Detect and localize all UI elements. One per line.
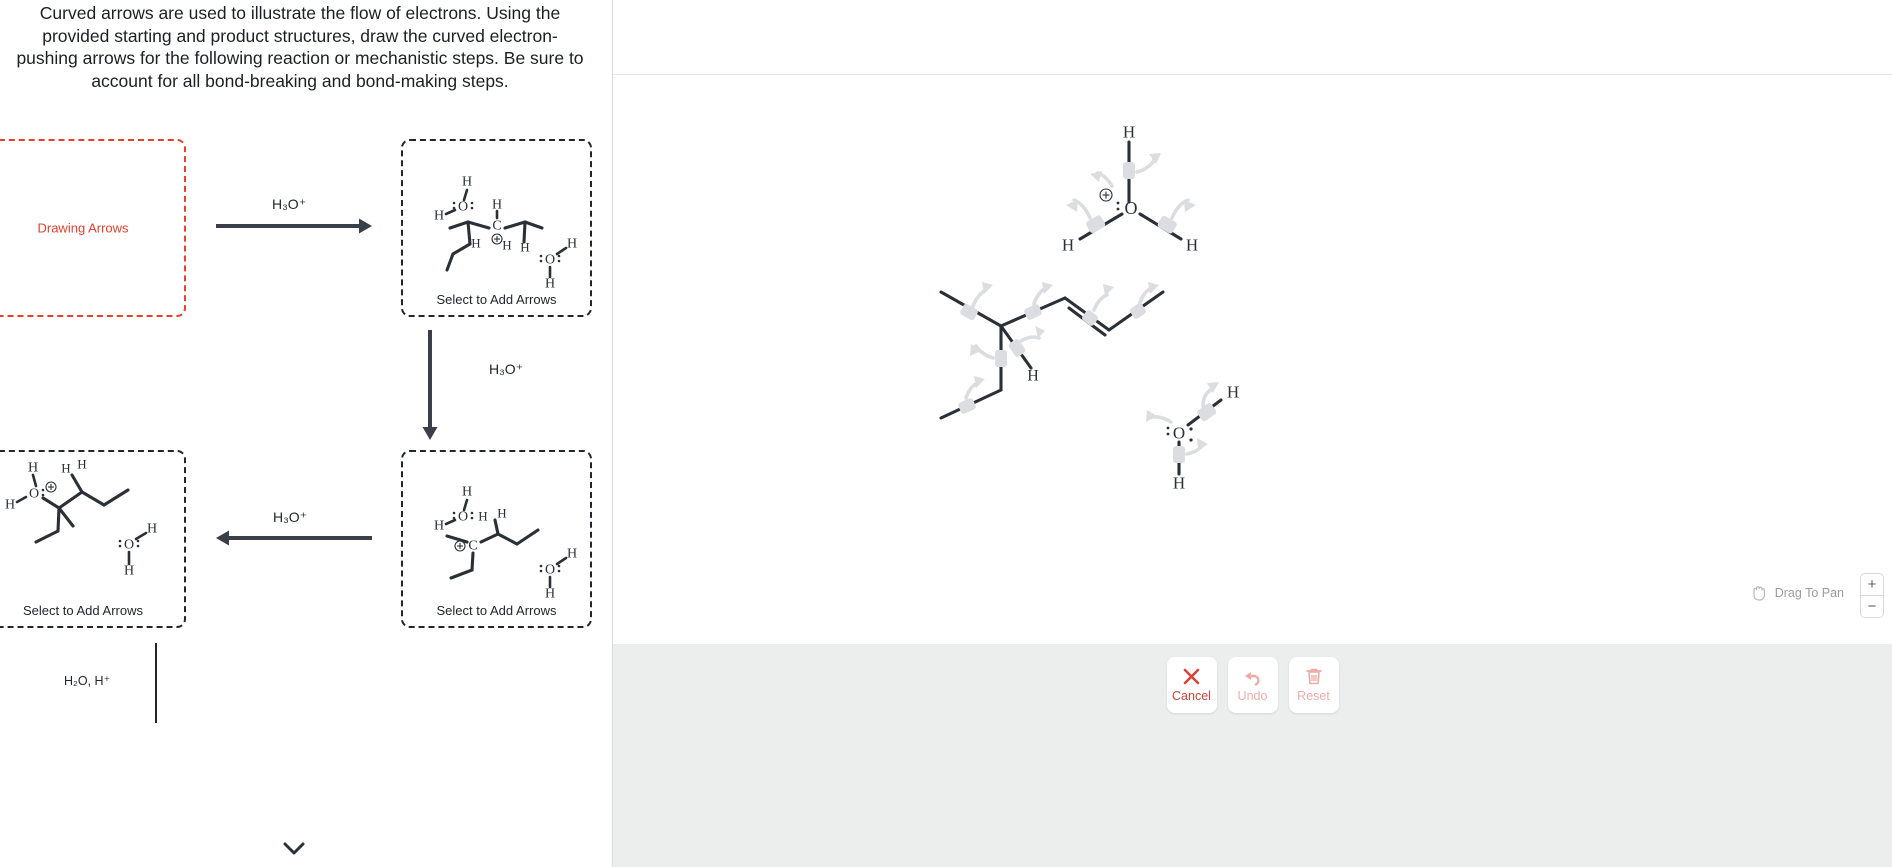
chevron-down-icon[interactable]	[278, 835, 310, 861]
svg-text:O: O	[29, 487, 39, 502]
svg-text:H: H	[478, 509, 487, 524]
svg-text:H: H	[545, 277, 555, 292]
reaction-arrow-3-label: H₃O⁺	[273, 509, 308, 525]
structure-step4: H O H C H H O H H	[434, 485, 577, 602]
scheme-continuation-line	[155, 643, 157, 723]
svg-text:O: O	[458, 510, 468, 525]
box4-caption: Select to Add Arrows	[436, 603, 557, 618]
canvas-hydronium[interactable]: H O H H	[1038, 118, 1228, 258]
undo-icon	[1244, 671, 1260, 686]
toolbar-button-group: Cancel Undo Reset	[1166, 657, 1339, 713]
zoom-in-button[interactable]: +	[1861, 574, 1883, 595]
svg-text:O: O	[545, 563, 555, 578]
svg-text:H: H	[1186, 236, 1198, 255]
svg-text:H: H	[1123, 123, 1135, 142]
svg-text:H: H	[1062, 236, 1074, 255]
trash-icon	[1305, 668, 1322, 685]
svg-text:H: H	[28, 461, 38, 476]
svg-text:H: H	[471, 236, 480, 251]
hand-icon	[1753, 586, 1765, 601]
structure-step2: H O H C H H H H O H H	[434, 175, 577, 292]
svg-text:H: H	[5, 498, 15, 513]
svg-text:O: O	[1173, 424, 1185, 443]
box3-caption: Select to Add Arrows	[23, 603, 143, 618]
svg-text:O: O	[545, 253, 555, 268]
reset-label: Reset	[1297, 689, 1330, 703]
box2-caption: Select to Add Arrows	[436, 292, 557, 307]
drag-to-pan-hint: Drag To Pan	[1751, 584, 1844, 602]
cancel-button[interactable]: Cancel	[1166, 657, 1217, 713]
svg-text:O: O	[458, 200, 468, 215]
svg-text:C: C	[468, 539, 477, 554]
action-toolbar: Cancel Undo Reset	[613, 644, 1892, 867]
undo-label: Undo	[1237, 688, 1268, 703]
structure-step3: H O H H H O H H	[5, 457, 157, 579]
canvas-water[interactable]: O H H	[1143, 378, 1263, 498]
reaction-arrow-1-label: H₃O⁺	[272, 196, 307, 212]
drag-to-pan-label: Drag To Pan	[1774, 586, 1844, 600]
svg-text:H: H	[124, 564, 134, 579]
next-step-label: H₂O, H⁺	[64, 674, 111, 688]
drawing-arrows-label: Drawing Arrows	[37, 220, 129, 236]
reaction-arrow-2	[422, 330, 438, 440]
svg-text:O: O	[1125, 198, 1138, 218]
svg-text:C: C	[492, 219, 501, 234]
undo-button[interactable]: Undo	[1227, 657, 1278, 713]
close-icon	[1183, 668, 1200, 685]
zoom-controls[interactable]: + −	[1860, 573, 1884, 618]
svg-text:H: H	[1227, 383, 1239, 402]
canvas-top-border	[613, 74, 1892, 75]
svg-text:H: H	[434, 209, 444, 224]
svg-text:O: O	[124, 538, 134, 553]
svg-text:H: H	[1027, 368, 1039, 385]
reaction-arrow-3	[216, 530, 372, 546]
prompt-text: Curved arrows are used to illustrate the…	[16, 3, 584, 91]
app-root: Curved arrows are used to illustrate the…	[0, 0, 1892, 867]
svg-text:H: H	[61, 461, 70, 476]
svg-text:H: H	[567, 237, 577, 252]
svg-text:H: H	[497, 506, 506, 521]
svg-text:H: H	[147, 522, 157, 537]
svg-text:H: H	[77, 457, 86, 472]
molecule-canvas[interactable]: H O H H H O H H Drag To Pan + −	[613, 0, 1892, 644]
question-pane: Curved arrows are used to illustrate the…	[0, 0, 613, 867]
drawing-pane: H O H H H O H H Drag To Pan + − Cancel U…	[613, 0, 1892, 867]
svg-text:H: H	[567, 547, 577, 562]
reset-button[interactable]: Reset	[1288, 657, 1339, 713]
reaction-arrow-1	[216, 218, 372, 234]
svg-text:H: H	[545, 587, 555, 602]
svg-text:H: H	[462, 485, 472, 500]
reaction-arrow-2-label: H₃O⁺	[489, 361, 524, 377]
svg-text:H: H	[462, 175, 472, 190]
zoom-out-button[interactable]: −	[1861, 596, 1883, 617]
svg-text:H: H	[434, 519, 444, 534]
svg-text:H: H	[520, 240, 529, 255]
answer-box-step1[interactable]: Drawing Arrows	[0, 139, 186, 317]
svg-text:H: H	[1173, 474, 1185, 493]
svg-text:H: H	[502, 238, 511, 253]
cancel-label: Cancel	[1172, 689, 1211, 703]
